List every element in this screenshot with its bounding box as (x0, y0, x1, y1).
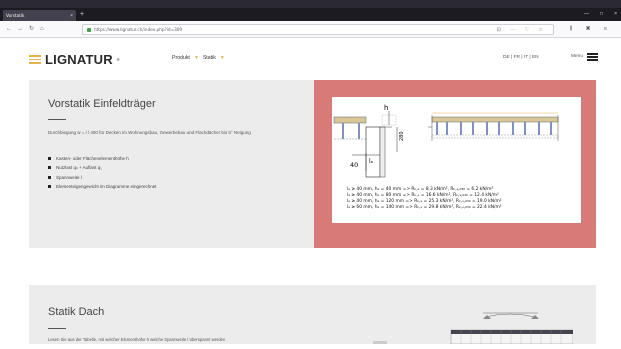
home-icon[interactable]: ⌂ (40, 26, 44, 33)
slab-element (333, 116, 367, 124)
minimize-icon[interactable]: — (584, 8, 589, 21)
list-item: Kasten- oder Flächenelementhöhe h (48, 154, 157, 163)
formula-line: lₐ ≥ 60 mm, hₐ = 140 mm => Rₖ,ₛ = 29.8 k… (347, 205, 502, 210)
dimension-la: lₐ (369, 158, 373, 165)
element-rib (358, 123, 360, 139)
tab-strip (0, 8, 621, 21)
wall-support (365, 126, 381, 178)
section-title: Statik Dach (48, 306, 105, 318)
browser-tab[interactable]: Vorstatik × (3, 10, 76, 21)
page-actions-icon[interactable]: ⊡ ⋯ ♡ ☆ (497, 27, 547, 33)
site-logo[interactable]: LIGNATUR ® (29, 52, 120, 67)
nav-item-statik[interactable]: Statik (203, 55, 216, 61)
list-item: Nutzlast qₙ + Auflast q₁ (48, 163, 157, 172)
parameter-list: Kasten- oder Flächenelementhöhe h Nutzla… (48, 154, 157, 191)
hamburger-icon (587, 53, 598, 61)
url-text: https://www.lignatur.ch/index.php?id=309 (94, 27, 183, 32)
list-item: Elementeigengewicht im Diagramme eingere… (48, 182, 157, 191)
nav-item-produkt[interactable]: Produkt (172, 55, 190, 61)
chevron-down-icon: ▼ (219, 55, 225, 61)
dimension-40: 40 (350, 161, 358, 169)
lock-icon (87, 27, 91, 32)
formula-block: lₐ ≥ 40 mm, hₐ = 40 mm => Rₖ,ₛ = 8.3 kN/… (347, 187, 502, 211)
new-tab-button[interactable]: + (80, 10, 84, 20)
browser-menubar: Datei Bearbeiten Ansicht Chronik Lesezei… (0, 0, 621, 14)
menu-label: Menu (571, 54, 583, 60)
section-description: Durchbiegung w = l / 400 für Decken im W… (48, 130, 251, 135)
slab-top (431, 116, 559, 123)
back-icon[interactable]: ← (6, 26, 12, 33)
dimension-280: 280 (399, 131, 405, 141)
logo-mark: ® (116, 57, 120, 62)
menu-button[interactable]: Menu (571, 53, 598, 61)
chevron-down-icon: ▼ (193, 55, 199, 61)
address-bar[interactable]: https://www.lignatur.ch/index.php?id=309… (82, 24, 554, 35)
section-description: Lesen Sie aus der Tabelle, mit welcher E… (48, 337, 226, 342)
list-item: Spannweite l (48, 173, 157, 182)
logo-text: LIGNATUR (45, 52, 113, 67)
window-controls: — □ × (584, 8, 617, 21)
roof-table-diagram (373, 307, 574, 345)
title-divider (48, 119, 66, 121)
section-title: Vorstatik Einfeldträger (48, 98, 156, 110)
logo-bars-icon (29, 55, 41, 64)
language-switcher[interactable]: DE | FR | IT | EN (503, 55, 539, 60)
title-divider (48, 328, 66, 330)
maximize-icon[interactable]: □ (600, 8, 603, 21)
close-icon[interactable]: × (70, 13, 73, 19)
forward-icon[interactable]: → (17, 26, 23, 33)
roof-table-drawing (373, 312, 574, 345)
main-nav: Produkt ▼ Statik ▼ (172, 55, 225, 61)
toolbar-icons[interactable]: ⫼ ▣ ≡ (570, 26, 613, 33)
dimension-h: h (384, 104, 388, 112)
tab-title: Vorstatik (6, 13, 25, 18)
element-rib (342, 123, 344, 139)
reload-icon[interactable]: ↻ (29, 26, 34, 33)
window-close-icon[interactable]: × (614, 8, 617, 21)
